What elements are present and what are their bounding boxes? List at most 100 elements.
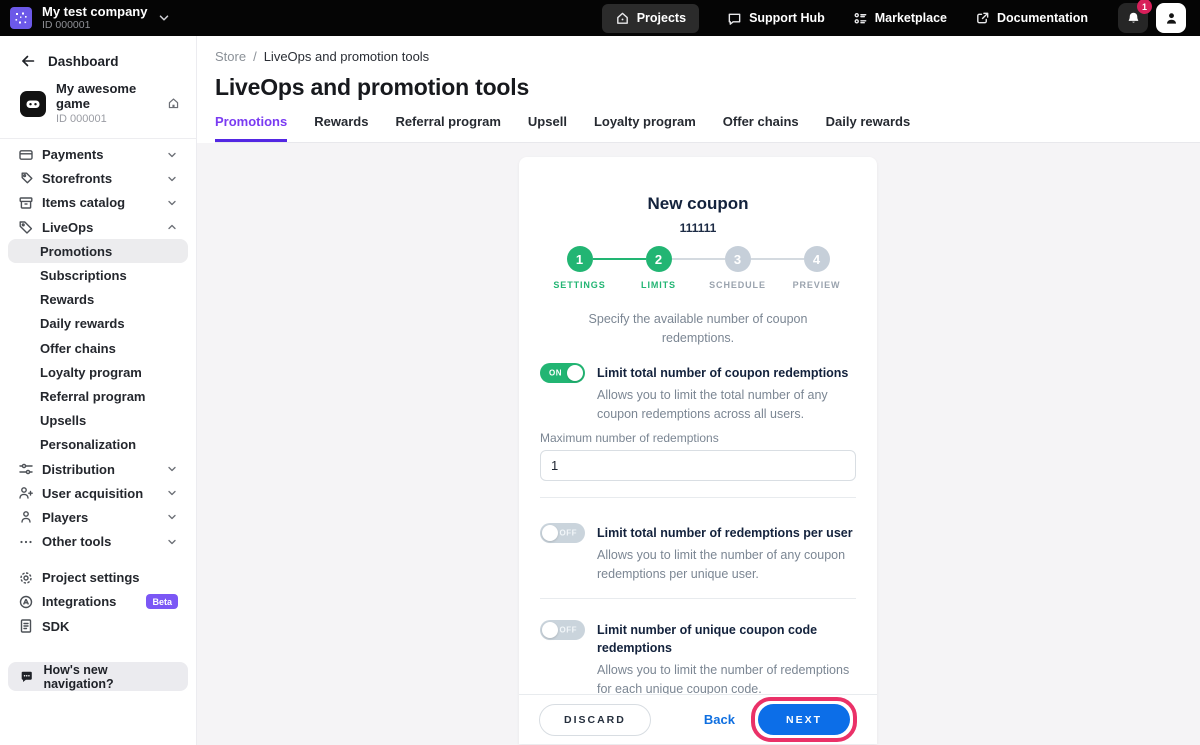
projects-label: Projects <box>637 11 686 25</box>
step-label: SCHEDULE <box>709 280 766 290</box>
toggle-knob <box>542 622 558 638</box>
toggle-description: Allows you to limit the number of any co… <box>597 546 856 584</box>
page-title: LiveOps and promotion tools <box>215 74 1176 100</box>
account-avatar-button[interactable] <box>1156 3 1186 33</box>
sidebar-item-subscriptions[interactable]: Subscriptions <box>8 263 188 287</box>
toggle-unique-code[interactable]: OFF <box>540 620 585 640</box>
person-icon <box>18 509 34 525</box>
toggle-row-total-redemptions: ON Limit total number of coupon redempti… <box>540 364 856 424</box>
topbar-icon-group: 1 <box>1118 3 1186 33</box>
notification-badge: 1 <box>1137 0 1152 14</box>
sidebar-item-distribution[interactable]: Distribution <box>8 457 188 481</box>
sidebar-item-sdk[interactable]: SDK <box>8 614 188 638</box>
step-circle: 1 <box>567 246 593 272</box>
external-link-icon <box>975 11 990 26</box>
sidebar-item-items-catalog[interactable]: Items catalog <box>8 191 188 215</box>
sidebar-item-user-acquisition[interactable]: User acquisition <box>8 481 188 505</box>
sidebar-subitem-label: Offer chains <box>40 341 116 356</box>
tab-daily-rewards[interactable]: Daily rewards <box>826 114 911 142</box>
tab-referral-program[interactable]: Referral program <box>395 114 500 142</box>
sidebar-item-daily-rewards[interactable]: Daily rewards <box>8 312 188 336</box>
toggle-texts: Limit total number of redemptions per us… <box>597 524 856 584</box>
company-id: ID 000001 <box>42 20 147 32</box>
tab-promotions[interactable]: Promotions <box>215 114 287 142</box>
sidebar-subitem-label: Rewards <box>40 292 94 307</box>
back-link[interactable]: Back <box>704 712 735 727</box>
sidebar-item-label: Players <box>42 510 88 525</box>
next-button[interactable]: NEXT <box>758 704 850 735</box>
section-divider <box>540 497 856 498</box>
notifications-button[interactable]: 1 <box>1118 3 1148 33</box>
new-coupon-wizard-card: New coupon 111111 1 SETTINGS 2 LIMITS 3 … <box>519 157 877 744</box>
tab-offer-chains[interactable]: Offer chains <box>723 114 799 142</box>
sidebar-back-dashboard[interactable]: Dashboard <box>0 48 196 74</box>
support-hub-button[interactable]: Support Hub <box>727 11 825 26</box>
company-name: My test company <box>42 5 147 19</box>
next-button-highlight-annotation: NEXT <box>751 697 857 742</box>
whats-new-navigation-button[interactable]: How's new navigation? <box>8 662 188 691</box>
toggle-label: Limit number of unique coupon code redem… <box>597 621 856 657</box>
sidebar-item-promotions[interactable]: Promotions <box>8 239 188 263</box>
step-limits[interactable]: 2 LIMITS <box>619 246 698 290</box>
sidebar-item-label: Distribution <box>42 462 115 477</box>
sidebar-subitem-label: Loyalty program <box>40 365 142 380</box>
sidebar-item-label: Project settings <box>42 570 140 585</box>
toggle-per-user[interactable]: OFF <box>540 523 585 543</box>
toggle-knob <box>542 525 558 541</box>
sidebar-item-other-tools[interactable]: Other tools <box>8 530 188 554</box>
sidebar-item-personalization[interactable]: Personalization <box>8 433 188 457</box>
sidebar-item-payments[interactable]: Payments <box>8 143 188 167</box>
sidebar-item-liveops[interactable]: LiveOps <box>8 215 188 239</box>
discard-button[interactable]: DISCARD <box>539 704 651 736</box>
chevron-down-icon <box>166 463 178 475</box>
step-preview[interactable]: 4 PREVIEW <box>777 246 856 290</box>
step-label: LIMITS <box>641 280 676 290</box>
documentation-label: Documentation <box>997 11 1088 25</box>
sidebar-item-label: Items catalog <box>42 195 125 210</box>
project-selector[interactable]: My awesome game ID 000001 <box>0 74 196 136</box>
project-home-icon[interactable] <box>167 97 180 110</box>
tab-loyalty-program[interactable]: Loyalty program <box>594 114 696 142</box>
sidebar-item-label: Integrations <box>42 594 116 609</box>
toggle-label: Limit total number of coupon redemptions <box>597 364 856 382</box>
toggle-total-redemptions[interactable]: ON <box>540 363 585 383</box>
step-schedule[interactable]: 3 SCHEDULE <box>698 246 777 290</box>
chevron-down-icon <box>166 173 178 185</box>
sidebar-item-loyalty-program[interactable]: Loyalty program <box>8 360 188 384</box>
sidebar-subitem-label: Personalization <box>40 437 136 452</box>
storefront-icon <box>18 171 34 187</box>
project-name: My awesome game <box>56 82 167 112</box>
documentation-button[interactable]: Documentation <box>975 11 1088 26</box>
sliders-icon <box>18 461 34 477</box>
sidebar-item-offer-chains[interactable]: Offer chains <box>8 336 188 360</box>
company-logo[interactable] <box>10 7 32 29</box>
breadcrumb-store[interactable]: Store <box>215 49 246 64</box>
sidebar-item-storefronts[interactable]: Storefronts <box>8 167 188 191</box>
sidebar-item-players[interactable]: Players <box>8 505 188 529</box>
archive-box-icon <box>18 195 34 211</box>
step-settings[interactable]: 1 SETTINGS <box>540 246 619 290</box>
company-switcher-chevron-down-icon[interactable] <box>157 11 171 25</box>
sidebar-item-project-settings[interactable]: Project settings <box>8 566 188 590</box>
tab-upsell[interactable]: Upsell <box>528 114 567 142</box>
chevron-down-icon <box>166 536 178 548</box>
game-icon <box>20 91 46 117</box>
breadcrumb: Store / LiveOps and promotion tools <box>215 48 1176 64</box>
breadcrumb-separator: / <box>253 49 257 64</box>
back-label: Dashboard <box>48 54 119 69</box>
step-circle: 2 <box>646 246 672 272</box>
bell-icon <box>1126 11 1141 26</box>
marketplace-button[interactable]: Marketplace <box>853 11 947 26</box>
sidebar-item-upsells[interactable]: Upsells <box>8 409 188 433</box>
toggle-texts: Limit number of unique coupon code redem… <box>597 621 856 699</box>
sidebar-item-label: LiveOps <box>42 220 93 235</box>
coupon-code: 111111 <box>540 220 856 236</box>
sidebar-item-referral-program[interactable]: Referral program <box>8 384 188 408</box>
back-arrow-icon <box>20 53 36 69</box>
sidebar-item-rewards[interactable]: Rewards <box>8 288 188 312</box>
projects-button[interactable]: Projects <box>602 4 699 33</box>
max-redemptions-input[interactable] <box>540 450 856 481</box>
tab-rewards[interactable]: Rewards <box>314 114 368 142</box>
step-instruction: Specify the available number of coupon r… <box>558 310 838 348</box>
sidebar-item-integrations[interactable]: Integrations Beta <box>8 590 188 614</box>
